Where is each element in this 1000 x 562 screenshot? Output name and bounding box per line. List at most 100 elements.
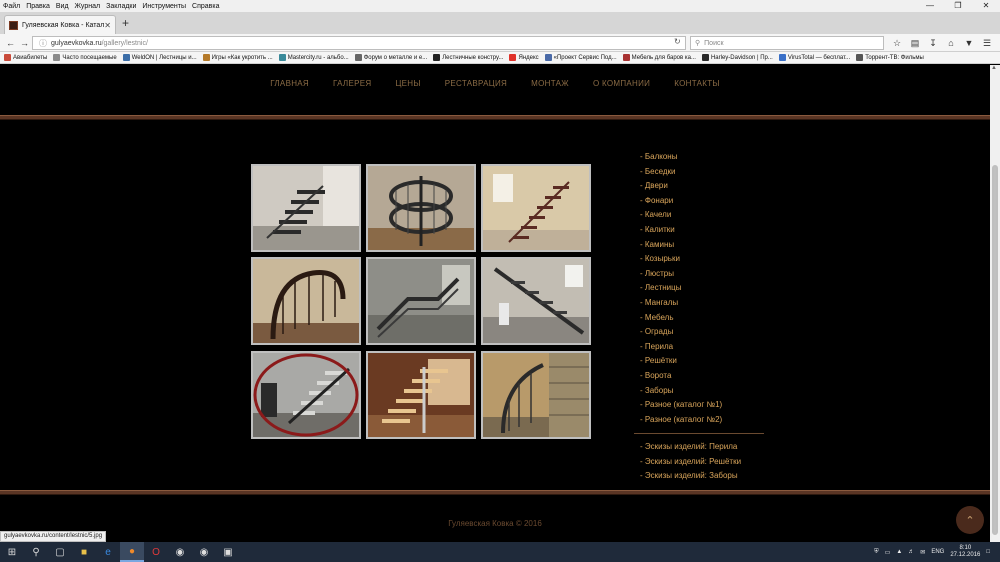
category-gazebos[interactable]: - Беседки <box>640 165 770 180</box>
nav-gallery[interactable]: ГАЛЕРЕЯ <box>333 79 371 88</box>
app-window-icon[interactable]: ▣ <box>216 542 240 562</box>
menu-file[interactable]: Файл <box>0 3 23 10</box>
tab-active[interactable]: Гуляевская Ковка - Катал... ✕ <box>4 15 116 34</box>
notifications-icon[interactable]: □ <box>986 549 990 555</box>
category-misc-2[interactable]: - Разное (каталог №2) <box>640 413 770 428</box>
search-icon[interactable]: ⚲ <box>24 542 48 562</box>
bookmark-item[interactable]: Часто посещаемые <box>53 54 117 61</box>
category-swings[interactable]: - Качели <box>640 208 770 223</box>
bookmark-item[interactable]: WeldON | Лестницы и... <box>122 54 197 61</box>
menu-tools[interactable]: Инструменты <box>139 3 189 10</box>
gallery-thumbnail[interactable] <box>251 164 361 252</box>
minimize-icon[interactable]: — <box>916 0 944 12</box>
windows-start-icon[interactable]: ⊞ <box>0 542 24 562</box>
category-lanterns[interactable]: - Фонари <box>640 194 770 209</box>
gallery-thumbnail[interactable] <box>481 351 591 439</box>
scroll-to-top-button[interactable]: ⌃ <box>956 506 984 534</box>
gallery-thumbnail[interactable] <box>251 257 361 345</box>
nav-about[interactable]: О КОМПАНИИ <box>593 79 650 88</box>
url-bar[interactable]: ⓘ gulyaevkovka.ru/gallery/lestnic/ <box>32 36 686 50</box>
category-fences[interactable]: - Заборы <box>640 384 770 399</box>
input-language[interactable]: ENG <box>931 549 944 555</box>
reload-icon[interactable]: ↻ <box>674 37 681 46</box>
windows-taskbar: ⊞ ⚲ ▢ ■ e ● O ◉ ◉ ▣ ⛨ ▭ ▲ ♬ ✉ ENG 8:10 2… <box>0 542 1000 562</box>
search-placeholder: Поиск <box>704 39 724 47</box>
gallery-thumbnail[interactable] <box>481 257 591 345</box>
menu-history[interactable]: Журнал <box>72 3 104 10</box>
bookmark-item[interactable]: Harley-Davidson | Пр... <box>701 54 773 61</box>
bookmark-item[interactable]: «Проект Сервис Под... <box>544 54 617 61</box>
tab-close-icon[interactable]: ✕ <box>104 21 111 30</box>
edge-browser-icon[interactable]: e <box>96 542 120 562</box>
back-arrow-icon[interactable]: ← <box>6 37 15 49</box>
opera-icon[interactable]: O <box>144 542 168 562</box>
bookmark-item[interactable]: Mastercity.ru - альбо... <box>278 54 349 61</box>
network-icon[interactable]: ▲ <box>896 549 902 555</box>
menu-help[interactable]: Справка <box>189 3 222 10</box>
file-explorer-icon[interactable]: ■ <box>72 542 96 562</box>
category-grates[interactable]: - Решётки <box>640 354 770 369</box>
bookmark-item[interactable]: Мебель для баров ка... <box>622 54 696 61</box>
sketch-fences[interactable]: - Эскизы изделий: Заборы <box>640 469 770 484</box>
gallery-thumbnail[interactable] <box>481 164 591 252</box>
page-scrollbar[interactable]: ▲ <box>990 65 1000 542</box>
sketch-railings[interactable]: - Эскизы изделий: Перила <box>640 440 770 455</box>
nav-contacts[interactable]: КОНТАКТЫ <box>674 79 720 88</box>
search-input[interactable]: ⚲ Поиск <box>690 36 884 50</box>
menu-bookmarks[interactable]: Закладки <box>103 3 139 10</box>
category-misc-1[interactable]: - Разное (каталог №1) <box>640 398 770 413</box>
info-icon[interactable]: ⓘ <box>39 38 47 49</box>
app-icon[interactable]: ◉ <box>192 542 216 562</box>
chat-icon[interactable]: ✉ <box>920 549 925 556</box>
restore-icon[interactable]: ❐ <box>944 0 972 12</box>
nav-home[interactable]: ГЛАВНАЯ <box>270 79 309 88</box>
shield-icon[interactable]: ⛨ <box>874 549 879 556</box>
firefox-icon[interactable]: ● <box>120 542 144 562</box>
hamburger-menu-icon[interactable]: ☰ <box>978 36 996 50</box>
bookmark-item[interactable]: Торрент-ТВ: Фильмы <box>856 54 924 61</box>
category-balconies[interactable]: - Балконы <box>640 150 770 165</box>
menu-edit[interactable]: Правка <box>23 3 53 10</box>
menu-view[interactable]: Вид <box>53 3 72 10</box>
forward-arrow-icon[interactable]: → <box>20 37 29 49</box>
sketch-grates[interactable]: - Эскизы изделий: Решётки <box>640 455 770 470</box>
nav-installation[interactable]: МОНТАЖ <box>531 79 569 88</box>
battery-icon[interactable]: ▭ <box>885 549 891 556</box>
bookmark-item[interactable]: VirusTotal — бесплат... <box>778 54 850 61</box>
home-icon[interactable]: ⌂ <box>942 36 960 50</box>
pocket-shield-icon[interactable]: ▼ <box>960 36 978 50</box>
task-view-icon[interactable]: ▢ <box>48 542 72 562</box>
category-furniture[interactable]: - Мебель <box>640 311 770 326</box>
scrollbar-thumb[interactable] <box>992 165 998 535</box>
category-fireplaces[interactable]: - Камины <box>640 238 770 253</box>
app-icon[interactable]: ◉ <box>168 542 192 562</box>
volume-icon[interactable]: ♬ <box>908 549 914 555</box>
category-doors[interactable]: - Двери <box>640 179 770 194</box>
category-gates[interactable]: - Ворота <box>640 369 770 384</box>
bookmark-item[interactable]: Форум о металле и е... <box>354 54 427 61</box>
gallery-thumbnail[interactable] <box>366 257 476 345</box>
category-railings[interactable]: - Перила <box>640 340 770 355</box>
category-stairs[interactable]: - Лестницы <box>640 281 770 296</box>
new-tab-plus-icon[interactable]: + <box>122 16 129 30</box>
category-wickets[interactable]: - Калитки <box>640 223 770 238</box>
bookmark-item[interactable]: Авиабилеты <box>4 54 47 61</box>
bookmark-item[interactable]: Яндекс <box>509 54 539 61</box>
gallery-thumbnail[interactable] <box>366 351 476 439</box>
gallery-thumbnail[interactable] <box>251 351 361 439</box>
reader-clipboard-icon[interactable]: ▤ <box>906 36 924 50</box>
clock[interactable]: 8:10 27.12.2016 <box>950 545 980 559</box>
category-grills[interactable]: - Мангалы <box>640 296 770 311</box>
scroll-up-arrow-icon[interactable]: ▲ <box>991 65 997 71</box>
bookmark-star-icon[interactable]: ☆ <box>888 36 906 50</box>
close-icon[interactable]: ✕ <box>972 0 1000 12</box>
bookmark-item[interactable]: Лестничные констру... <box>433 54 503 61</box>
bookmark-item[interactable]: Игры «Как укротить ... <box>202 54 273 61</box>
nav-restoration[interactable]: РЕСТАВРАЦИЯ <box>445 79 507 88</box>
category-chandeliers[interactable]: - Люстры <box>640 267 770 282</box>
gallery-thumbnail[interactable] <box>366 164 476 252</box>
category-canopies[interactable]: - Козырьки <box>640 252 770 267</box>
download-arrow-icon[interactable]: ↧ <box>924 36 942 50</box>
category-fences-low[interactable]: - Ограды <box>640 325 770 340</box>
nav-prices[interactable]: ЦЕНЫ <box>395 79 420 88</box>
